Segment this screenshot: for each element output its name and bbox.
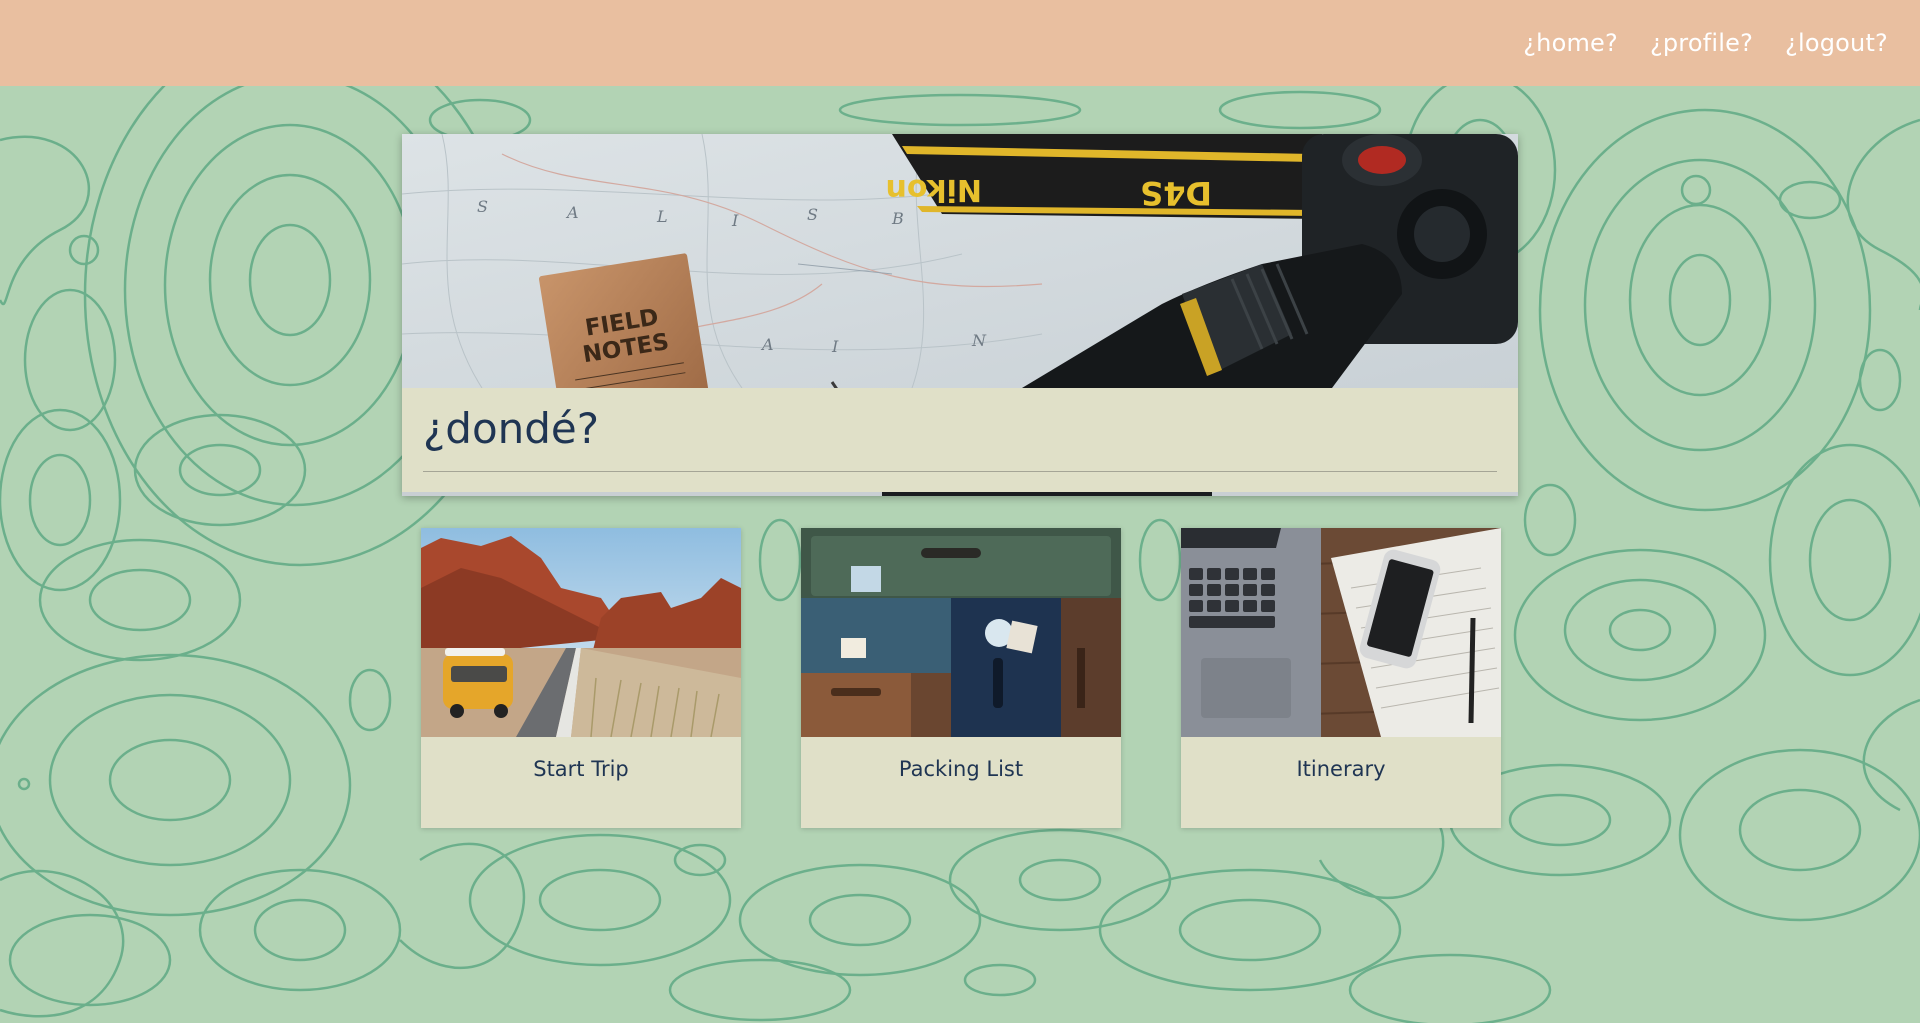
hero-bottom-strip xyxy=(402,492,1518,496)
svg-text:I: I xyxy=(731,211,739,230)
stacked-suitcases-image xyxy=(801,528,1121,737)
strap-text: Nikon xyxy=(885,172,982,207)
card-label: Start Trip xyxy=(533,757,629,781)
card-packing-list[interactable]: Packing List xyxy=(801,528,1121,828)
card-itinerary[interactable]: Itinerary xyxy=(1181,528,1501,828)
laptop-phone-notebook-image xyxy=(1181,528,1501,737)
svg-text:L: L xyxy=(656,207,668,226)
card-start-trip[interactable]: Start Trip xyxy=(421,528,741,828)
svg-text:A: A xyxy=(565,203,579,222)
svg-text:A: A xyxy=(760,335,774,354)
svg-text:S: S xyxy=(807,205,818,224)
page-title: ¿dondé? xyxy=(423,404,600,453)
svg-text:B: B xyxy=(891,209,904,228)
nav-link-logout[interactable]: ¿logout? xyxy=(1785,29,1888,57)
van-desert-road-image xyxy=(421,528,741,737)
card-label: Packing List xyxy=(898,757,1024,781)
nav-link-profile[interactable]: ¿profile? xyxy=(1650,29,1753,57)
top-navbar: ¿home? ¿profile? ¿logout? xyxy=(0,0,1920,86)
card-label: Itinerary xyxy=(1296,757,1386,781)
svg-text:N: N xyxy=(971,331,987,350)
hero-image-map-camera: S A L I S B A I N FIELD NOTES Nikon D4S xyxy=(402,134,1518,388)
title-divider xyxy=(423,471,1497,472)
nav-link-home[interactable]: ¿home? xyxy=(1523,29,1618,57)
hero-card: S A L I S B A I N FIELD NOTES Nikon D4S xyxy=(402,134,1518,496)
svg-text:S: S xyxy=(477,197,488,216)
svg-text:D4S: D4S xyxy=(1140,174,1212,212)
svg-text:I: I xyxy=(831,337,839,356)
